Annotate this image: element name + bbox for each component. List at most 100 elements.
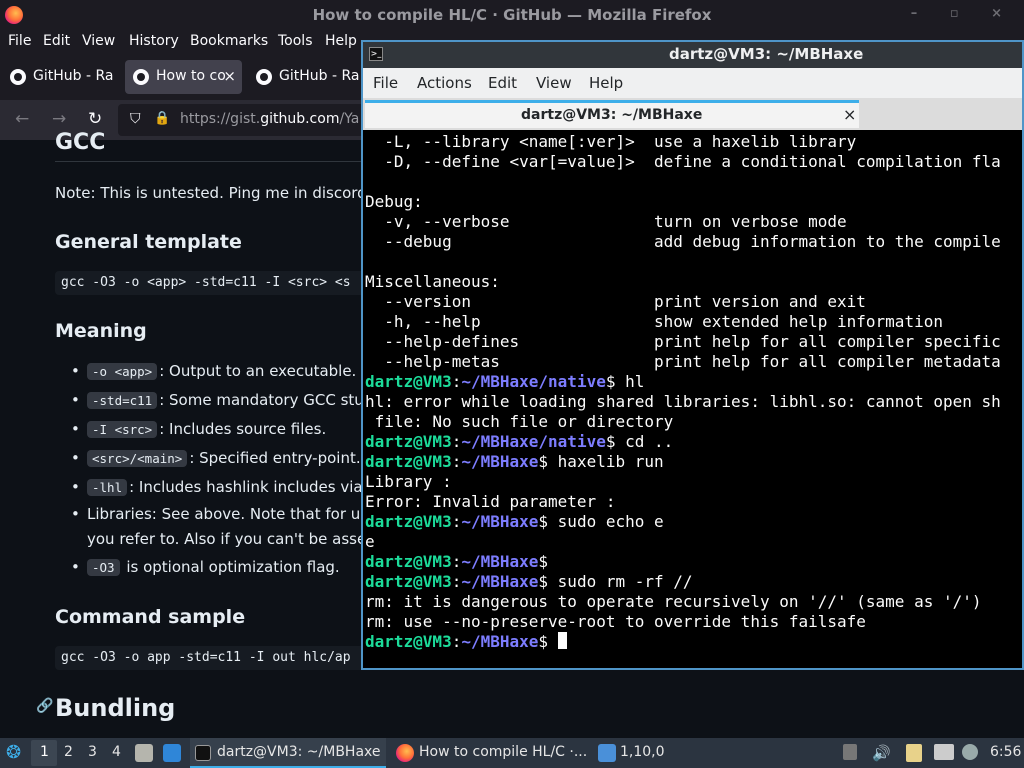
menu-edit[interactable]: Edit [43, 33, 70, 49]
tab-label: GitHub - Ra [33, 68, 114, 84]
prompt-path: ~/MBHaxe [461, 572, 539, 591]
terminal-line: --version print version and exit [365, 292, 866, 311]
terminal-icon: >_ [369, 47, 383, 61]
term-menu-view[interactable]: View [536, 74, 572, 92]
window-controls[interactable]: – ▫ × [911, 6, 1016, 21]
task-label: dartz@VM3: ~/MBHaxe [217, 744, 381, 760]
menu-tools[interactable]: Tools [278, 33, 313, 49]
prompt-path: ~/MBHaxe/native [461, 432, 606, 451]
terminal-line: Debug: [365, 192, 423, 211]
terminal-line: -v, --verbose turn on verbose mode [365, 212, 847, 231]
link-icon[interactable]: 🔗 [36, 698, 53, 714]
forward-arrow-icon[interactable]: → [52, 109, 66, 129]
folder-icon [598, 744, 616, 762]
url-text: https://gist.github.com/Ya [180, 111, 360, 127]
upload-icon[interactable] [843, 744, 857, 760]
terminal-tab-label: dartz@VM3: ~/MBHaxe [521, 107, 703, 123]
menu-file[interactable]: File [8, 33, 31, 49]
task-terminal[interactable]: dartz@VM3: ~/MBHaxe [190, 738, 386, 768]
command-text: $ hl [605, 372, 645, 391]
task-label: How to compile HL/C ·... [419, 744, 588, 760]
terminal-titlebar[interactable]: >_ dartz@VM3: ~/MBHaxe [363, 42, 1022, 68]
terminal-line: Miscellaneous: [365, 272, 500, 291]
workspace-4[interactable]: 4 [112, 744, 121, 760]
app-launcher-icon[interactable]: ❂ [6, 742, 21, 763]
task-firefox[interactable]: How to compile HL/C ·... [392, 738, 590, 768]
menu-history[interactable]: History [129, 33, 179, 49]
prompt-user: dartz@VM3 [365, 572, 452, 591]
github-icon [256, 69, 272, 85]
template-code: gcc -O3 -o <app> -std=c11 -I <src> <s [55, 271, 385, 295]
terminal-line: dartz@VM3:~/MBHaxe$ sudo rm -rf // [365, 572, 693, 591]
text-cursor [557, 632, 567, 649]
lock-icon[interactable]: 🔒 [154, 111, 170, 126]
reload-icon[interactable]: ↻ [88, 109, 102, 129]
prompt-path: ~/MBHaxe [461, 452, 539, 471]
heading-meaning: Meaning [55, 320, 147, 342]
prompt-path: ~/MBHaxe [461, 632, 539, 651]
terminal-line: Error: Invalid parameter : [365, 492, 616, 511]
workspace-2[interactable]: 2 [64, 744, 73, 760]
term-menu-help[interactable]: Help [589, 74, 623, 92]
firefox-icon [396, 744, 414, 762]
terminal-tab[interactable]: dartz@VM3: ~/MBHaxe × [365, 100, 859, 128]
terminal-output[interactable]: -L, --library <name[:ver]> use a haxelib… [365, 132, 1022, 668]
terminal-line: -D, --define <var[=value]> define a cond… [365, 152, 1001, 171]
command-text: $ haxelib run [538, 452, 664, 471]
term-menu-file[interactable]: File [373, 74, 398, 92]
prompt-user: dartz@VM3 [365, 372, 452, 391]
updates-icon[interactable] [962, 744, 978, 760]
menu-view[interactable]: View [82, 33, 115, 49]
prompt-user: dartz@VM3 [365, 432, 452, 451]
command-text: $ [538, 632, 558, 651]
inline-code: -o <app> [87, 363, 158, 380]
inline-code: <src>/<main> [87, 450, 188, 467]
terminal-window: >_ dartz@VM3: ~/MBHaxe File Actions Edit… [361, 40, 1024, 670]
terminal-tab-close-icon[interactable]: × [843, 105, 856, 124]
task-files[interactable]: 1,10,0 [594, 738, 674, 768]
workspace-1[interactable]: 1 [31, 740, 57, 766]
prompt-path: ~/MBHaxe/native [461, 372, 606, 391]
file-manager-icon[interactable] [135, 744, 153, 762]
sample-code: gcc -O3 -o app -std=c11 -I out hlc/ap [55, 646, 385, 670]
inline-code: -std=c11 [87, 392, 158, 409]
taskbar: ❂ 1 2 3 4 dartz@VM3: ~/MBHaxe How to com… [0, 738, 1024, 768]
github-icon [133, 69, 149, 85]
tab-how-to-compile[interactable]: How to co × [125, 60, 242, 94]
term-menu-edit[interactable]: Edit [488, 74, 517, 92]
tab-github-2[interactable]: GitHub - Ra [248, 60, 360, 94]
github-icon [10, 69, 26, 85]
menu-bookmarks[interactable]: Bookmarks [190, 33, 268, 49]
inline-code: -I <src> [87, 421, 158, 438]
terminal-line: --help-defines print help for all compil… [365, 332, 1001, 351]
heading-gcc: GCC [55, 130, 106, 155]
tab-github-1[interactable]: GitHub - Ra [2, 60, 120, 94]
terminal-line: e [365, 532, 375, 551]
command-text: $ cd .. [605, 432, 674, 451]
tab-close-icon[interactable]: × [223, 67, 236, 85]
shield-icon[interactable]: ⛉ [130, 111, 141, 127]
term-menu-actions[interactable]: Actions [417, 74, 472, 92]
terminal-line: --help-metas print help for all compiler… [365, 352, 1001, 371]
network-icon[interactable] [934, 744, 954, 760]
volume-icon[interactable]: 🔊 [872, 744, 891, 762]
terminal-line: dartz@VM3:~/MBHaxe$ [365, 632, 567, 652]
url-bar[interactable]: ⛉ 🔒 https://gist.github.com/Ya [118, 104, 378, 136]
inline-code: -lhl [87, 479, 128, 496]
back-arrow-icon[interactable]: ← [15, 109, 29, 129]
terminal-line: dartz@VM3:~/MBHaxe$ haxelib run [365, 452, 664, 471]
firefox-titlebar[interactable]: How to compile HL/C · GitHub — Mozilla F… [0, 0, 1024, 30]
prompt-user: dartz@VM3 [365, 552, 452, 571]
menu-help[interactable]: Help [325, 33, 357, 49]
terminal-line: dartz@VM3:~/MBHaxe$ [365, 552, 549, 571]
list-item-continuation: you refer to. Also if you can't be assed… [87, 530, 381, 548]
clipboard-icon[interactable] [906, 744, 922, 762]
clock[interactable]: 6:56 [990, 744, 1021, 760]
tab-label: GitHub - Ra [279, 68, 360, 84]
workspace-3[interactable]: 3 [88, 744, 97, 760]
note-text: Note: This is untested. Ping me in disco… [55, 184, 376, 202]
terminal-line: dartz@VM3:~/MBHaxe$ sudo echo e [365, 512, 664, 531]
command-text: $ [538, 552, 549, 571]
window-title: How to compile HL/C · GitHub — Mozilla F… [312, 6, 712, 24]
show-desktop-icon[interactable] [163, 744, 181, 762]
